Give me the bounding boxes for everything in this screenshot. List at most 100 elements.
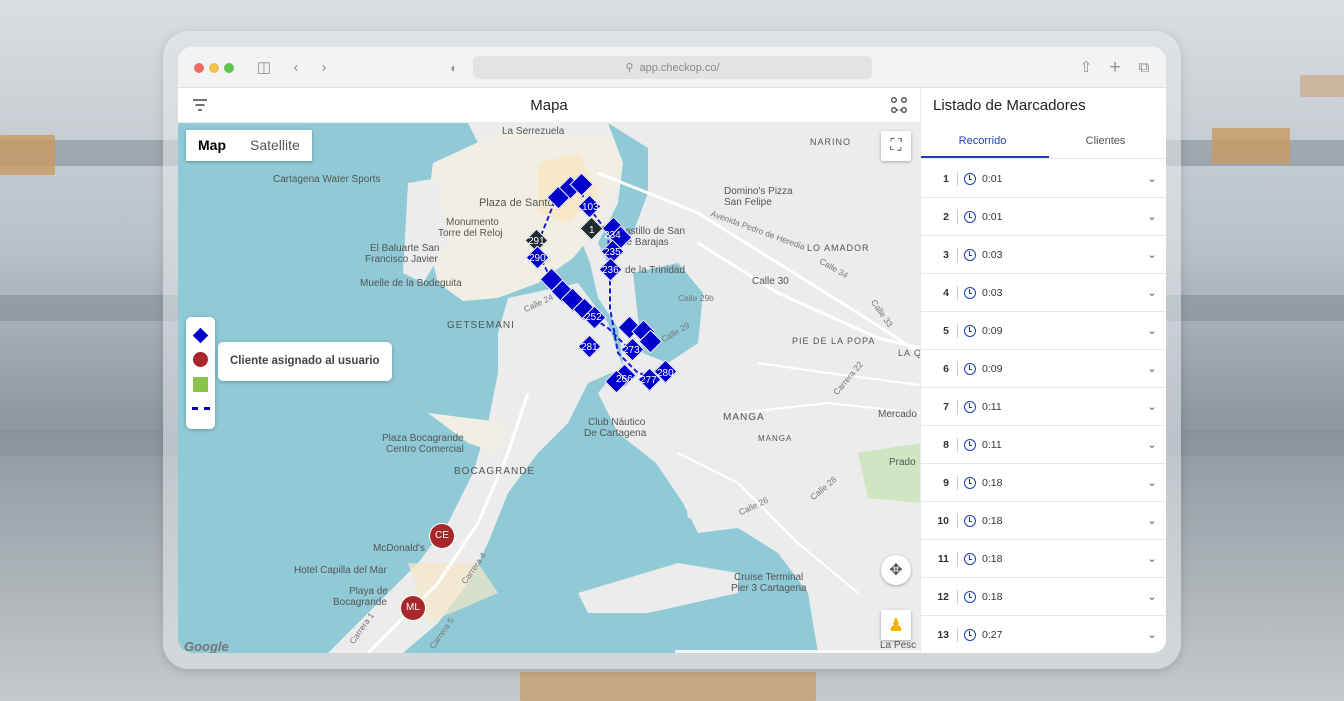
privacy-shield-icon[interactable]: ◐ — [444, 58, 464, 78]
marker-time: 0:09 — [982, 362, 1003, 375]
map-label: Calle 30 — [752, 276, 789, 287]
map-label: San Felipe — [724, 197, 772, 208]
marker-time: 0:11 — [982, 400, 1002, 413]
map-label: El Baluarte San — [370, 243, 440, 254]
marker-time: 0:01 — [982, 172, 1003, 185]
marker-list-item[interactable]: 1 0:01 ⌄ — [921, 160, 1166, 198]
clock-icon — [964, 628, 976, 641]
back-icon[interactable]: ‹ — [286, 58, 306, 78]
map-type-satellite-button[interactable]: Satellite — [238, 130, 312, 161]
chevron-down-icon[interactable]: ⌄ — [1137, 514, 1166, 527]
marker-list-item[interactable]: 5 0:09 ⌄ — [921, 312, 1166, 350]
chevron-down-icon[interactable]: ⌄ — [1137, 590, 1166, 603]
marker-list-item[interactable]: 11 0:18 ⌄ — [921, 540, 1166, 578]
sidebar-toggle-icon[interactable]: ◫ — [254, 58, 274, 78]
marker-number: 1 — [943, 172, 949, 185]
map-label: Torre del Reloj — [438, 228, 503, 239]
map-label: Pier 3 Cartagena — [731, 583, 807, 594]
clock-icon — [964, 476, 976, 489]
marker-list-item[interactable]: 6 0:09 ⌄ — [921, 350, 1166, 388]
client-marker[interactable]: ML — [400, 595, 426, 621]
background-desk — [520, 672, 816, 701]
marker-list-item[interactable]: 9 0:18 ⌄ — [921, 464, 1166, 502]
row-divider — [957, 589, 958, 604]
chevron-down-icon[interactable]: ⌄ — [1137, 552, 1166, 565]
tabs-overview-icon[interactable]: ⧉ — [1134, 58, 1154, 78]
marker-time: 0:18 — [982, 552, 1003, 565]
map-attribution — [675, 650, 920, 653]
legend-route-diamond-icon[interactable] — [192, 327, 209, 344]
chevron-down-icon[interactable]: ⌄ — [1137, 248, 1166, 261]
map-label: Monumento — [446, 217, 499, 228]
chevron-down-icon[interactable]: ⌄ — [1137, 210, 1166, 223]
legend-area-square-icon[interactable] — [193, 377, 208, 392]
start-marker-label: 1 — [589, 225, 595, 236]
map-canvas[interactable]: Map Satellite ⛶ La Serrezuela NARINO Car… — [178, 123, 920, 653]
map-label: Plaza de Santo — [479, 197, 554, 209]
forward-icon[interactable]: › — [314, 58, 334, 78]
map-label: Cruise Terminal — [734, 572, 804, 583]
route-marker-label: 103 — [582, 202, 599, 213]
map-label: Francisco Javier — [365, 254, 438, 265]
marker-time: 0:03 — [982, 248, 1003, 261]
marker-list-item[interactable]: 8 0:11 ⌄ — [921, 426, 1166, 464]
marker-list-item[interactable]: 3 0:03 ⌄ — [921, 236, 1166, 274]
map-type-map-button[interactable]: Map — [186, 130, 238, 161]
chevron-down-icon[interactable]: ⌄ — [1137, 628, 1166, 641]
maximize-window-button[interactable] — [224, 63, 234, 73]
chevron-down-icon[interactable]: ⌄ — [1137, 172, 1166, 185]
marker-list-item[interactable]: 7 0:11 ⌄ — [921, 388, 1166, 426]
panel-tabs: Recorrido Clientes — [921, 127, 1166, 159]
marker-list-item[interactable]: 13 0:27 ⌄ — [921, 616, 1166, 653]
map-label: astillo de San — [625, 226, 686, 237]
row-divider — [957, 437, 958, 452]
chevron-down-icon[interactable]: ⌄ — [1137, 324, 1166, 337]
chevron-down-icon[interactable]: ⌄ — [1137, 438, 1166, 451]
tab-clientes[interactable]: Clientes — [1044, 135, 1166, 147]
panel-title: Listado de Marcadores — [933, 97, 1086, 114]
pan-control-button[interactable]: ✥ — [881, 555, 911, 585]
marker-list-item[interactable]: 2 0:01 ⌄ — [921, 198, 1166, 236]
marker-list-item[interactable]: 10 0:18 ⌄ — [921, 502, 1166, 540]
minimize-window-button[interactable] — [209, 63, 219, 73]
marker-time: 0:18 — [982, 514, 1003, 527]
background-box — [1300, 75, 1344, 97]
legend-client-circle-icon[interactable] — [193, 352, 208, 367]
map-label: McDonald's — [373, 543, 425, 554]
url-text: app.checkop.co/ — [639, 61, 720, 74]
chevron-down-icon[interactable]: ⌄ — [1137, 476, 1166, 489]
route-icon[interactable] — [891, 97, 907, 113]
row-divider — [957, 551, 958, 566]
marker-number: 6 — [943, 362, 949, 375]
map-label: Hotel Capilla del Mar — [294, 565, 387, 576]
map-label: De Cartagena — [584, 428, 647, 439]
chevron-down-icon[interactable]: ⌄ — [1137, 286, 1166, 299]
chevron-down-icon[interactable]: ⌄ — [1137, 362, 1166, 375]
legend-route-line-icon[interactable] — [192, 407, 210, 410]
close-window-button[interactable] — [194, 63, 204, 73]
background-box — [1212, 128, 1290, 164]
map-label: Cartagena Water Sports — [273, 174, 381, 185]
legend-tooltip: Cliente asignado al usuario — [218, 342, 392, 381]
active-tab-underline — [921, 156, 1049, 158]
marker-list-item[interactable]: 4 0:03 ⌄ — [921, 274, 1166, 312]
fullscreen-button[interactable]: ⛶ — [881, 131, 911, 161]
share-icon[interactable]: ⇧ — [1076, 58, 1096, 78]
google-logo: Google — [184, 639, 229, 653]
marker-number: 4 — [943, 286, 949, 299]
new-tab-icon[interactable]: + — [1105, 58, 1125, 78]
street-view-pegman-icon[interactable]: ♟ — [881, 610, 911, 640]
chevron-down-icon[interactable]: ⌄ — [1137, 400, 1166, 413]
row-divider — [957, 209, 958, 224]
page-title: Mapa — [530, 97, 568, 114]
row-divider — [957, 247, 958, 262]
map-label: Centro Comercial — [386, 444, 464, 455]
url-bar[interactable]: ⚲ app.checkop.co/ — [473, 56, 872, 79]
clock-icon — [964, 324, 976, 337]
marker-list-item[interactable]: 12 0:18 ⌄ — [921, 578, 1166, 616]
tab-recorrido[interactable]: Recorrido — [921, 135, 1044, 147]
row-divider — [957, 475, 958, 490]
map-label: Club Náutico — [588, 417, 646, 428]
client-marker[interactable]: CE — [429, 523, 455, 549]
map-label: GETSEMANI — [447, 320, 515, 331]
